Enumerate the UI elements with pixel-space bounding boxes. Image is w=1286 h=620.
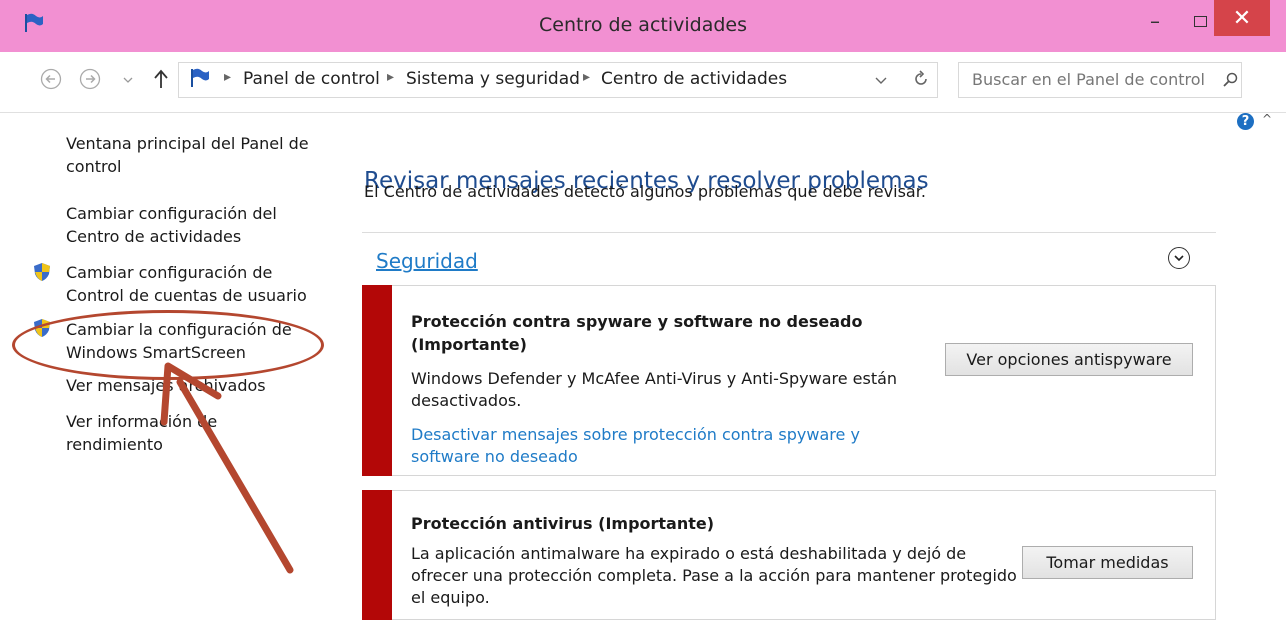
sidebar-item-action-center-settings[interactable]: Cambiar configuración del Centro de acti… — [66, 202, 296, 248]
annotation-arrow-icon — [160, 362, 294, 574]
breadcrumb-separator-icon[interactable]: ▸ — [583, 69, 590, 85]
alert-description: La aplicación antimalware ha expirado o … — [411, 544, 1017, 607]
close-button[interactable]: ✕ — [1214, 0, 1270, 36]
uac-shield-icon — [34, 263, 50, 281]
refresh-icon[interactable] — [912, 70, 930, 88]
search-icon[interactable] — [1222, 71, 1240, 89]
back-icon[interactable] — [40, 68, 62, 90]
alert-description: Windows Defender y McAfee Anti-Virus y A… — [411, 369, 898, 410]
scroll-up-icon[interactable]: ^ — [1262, 112, 1272, 126]
window-title: Centro de actividades — [539, 14, 747, 36]
control-panel-flag-icon — [191, 68, 209, 87]
breadcrumb-action-center[interactable]: Centro de actividades — [601, 69, 787, 89]
sidebar-item-uac-settings[interactable]: Cambiar configuración de Control de cuen… — [66, 261, 316, 307]
up-arrow-icon[interactable] — [152, 68, 170, 90]
take-action-button[interactable]: Tomar medidas — [1022, 546, 1193, 579]
security-section-title[interactable]: Seguridad — [376, 249, 478, 273]
alert-severity-bar — [362, 490, 392, 620]
collapse-section-chevron-icon[interactable] — [1168, 247, 1190, 269]
breadcrumb-control-panel[interactable]: Panel de control — [243, 69, 380, 89]
address-dropdown-chevron-icon[interactable] — [875, 76, 887, 85]
sidebar-item-control-panel-home[interactable]: Ventana principal del Panel de control — [66, 132, 316, 178]
alert-title: Protección antivirus (Importante) — [411, 514, 715, 533]
section-divider — [362, 232, 1216, 233]
breadcrumb-system-security[interactable]: Sistema y seguridad — [406, 69, 580, 89]
page-subheading: El Centro de actividades detectó algunos… — [364, 182, 926, 201]
recent-pages-chevron-icon[interactable] — [123, 76, 133, 84]
maximize-icon — [1193, 15, 1207, 27]
help-icon[interactable]: ? — [1237, 113, 1254, 130]
chevron-down-icon — [1174, 255, 1184, 262]
alert-title: Protección contra spyware y software no … — [411, 312, 863, 354]
view-antispyware-options-button[interactable]: Ver opciones antispyware — [945, 343, 1193, 376]
breadcrumb-separator-icon[interactable]: ▸ — [224, 69, 231, 85]
forward-icon[interactable] — [79, 68, 101, 90]
minimize-button[interactable]: – — [1132, 0, 1178, 42]
search-placeholder: Buscar en el Panel de control — [972, 70, 1205, 89]
breadcrumb-separator-icon[interactable]: ▸ — [387, 69, 394, 85]
disable-spyware-messages-link[interactable]: Desactivar mensajes sobre protección con… — [411, 424, 871, 468]
alert-severity-bar — [362, 285, 392, 476]
